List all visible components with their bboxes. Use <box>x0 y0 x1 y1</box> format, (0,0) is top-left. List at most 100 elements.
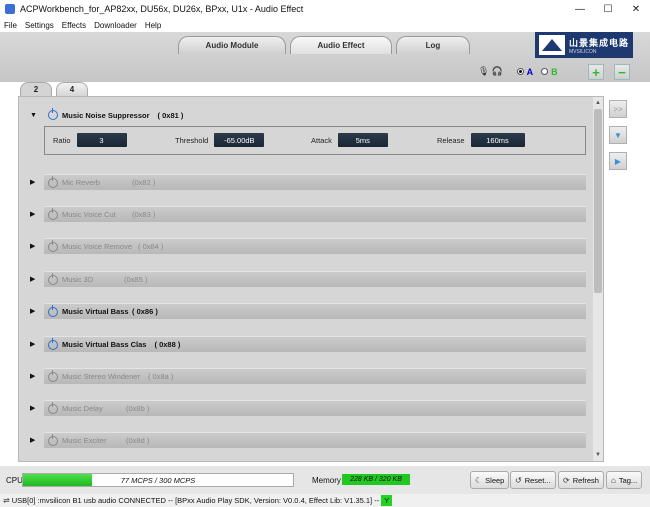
expand-arrow-icon[interactable]: ▶ <box>30 372 40 380</box>
menu-bar: File Settings Effects Downloader Help <box>0 18 650 32</box>
power-icon[interactable] <box>48 433 58 446</box>
effect-row[interactable]: ▼ Music Noise Suppressor ( 0x81 ) <box>30 107 586 123</box>
title-bar: ACPWorkbench_for_AP82xx, DU56x, DU26x, B… <box>0 0 650 18</box>
power-icon[interactable] <box>48 108 58 120</box>
release-value[interactable]: 160ms <box>470 133 525 147</box>
param-attack: Attack 5ms <box>311 133 388 147</box>
effect-id: ( 0x84 ) <box>138 242 164 251</box>
minimize-button[interactable]: — <box>566 0 594 18</box>
tab-log[interactable]: Log <box>396 36 470 54</box>
effect-row[interactable]: ▶ Music Stereo Windener ( 0x8a ) <box>30 368 586 384</box>
effect-id: (0x83 ) <box>132 210 156 219</box>
threshold-value[interactable]: -65.00dB <box>214 133 265 147</box>
radio-a[interactable] <box>516 68 524 75</box>
effect-header[interactable]: Music Voice Cut (0x83 ) <box>44 206 586 222</box>
effect-id: ( 0x8a ) <box>147 372 174 381</box>
effect-header[interactable]: Music Stereo Windener ( 0x8a ) <box>44 368 586 384</box>
menu-downloader[interactable]: Downloader <box>94 21 137 30</box>
expand-arrow-icon[interactable]: ▶ <box>30 275 40 283</box>
refresh-icon: ⟳ <box>563 475 570 485</box>
effect-row[interactable]: ▶ Music Delay (0x8b ) <box>30 400 586 416</box>
refresh-button[interactable]: ⟳ Refresh <box>558 471 604 489</box>
scroll-thumb[interactable] <box>594 109 602 293</box>
effect-row[interactable]: ▶ Music Virtual Bass ( 0x86 ) <box>30 303 586 319</box>
effect-row[interactable]: ▶ Music 3D (0x85 ) <box>30 271 586 287</box>
collapse-all-button[interactable]: ▶ <box>609 152 627 170</box>
close-button[interactable]: ✕ <box>622 0 650 18</box>
menu-help[interactable]: Help <box>145 21 161 30</box>
expand-arrow-icon[interactable]: ▶ <box>30 178 40 186</box>
power-icon[interactable] <box>48 272 58 285</box>
effect-name: Music Voice Cut <box>62 210 116 219</box>
effect-header[interactable]: Music Exciter (0x8d ) <box>44 432 586 448</box>
microphone-icon[interactable]: 🎙 <box>478 66 489 77</box>
tag-label: Tag... <box>618 475 638 485</box>
sub-tab-4[interactable]: 4 <box>56 82 88 96</box>
sleep-button[interactable]: ☾ Sleep <box>470 471 510 489</box>
tab-audio-module[interactable]: Audio Module <box>178 36 286 54</box>
sub-tabs: 2 4 <box>20 82 92 96</box>
effect-row[interactable]: ▶ Mic Reverb (0x82 ) <box>30 174 586 190</box>
effect-name: Music Exciter <box>62 436 107 445</box>
effect-row[interactable]: ▶ Music Voice Cut (0x83 ) <box>30 206 586 222</box>
window-title: ACPWorkbench_for_AP82xx, DU56x, DU26x, B… <box>20 4 304 14</box>
effect-header[interactable]: Music Virtual Bass Clas ( 0x88 ) <box>44 336 586 352</box>
expand-arrow-icon[interactable]: ▶ <box>30 404 40 412</box>
effect-header[interactable]: Music Noise Suppressor ( 0x81 ) <box>44 107 586 123</box>
effect-header[interactable]: Music Voice Remove ( 0x84 ) <box>44 238 586 254</box>
effect-row[interactable]: ▶ Music Voice Remove ( 0x84 ) <box>30 238 586 254</box>
reset-button[interactable]: ↺ Reset... <box>510 471 556 489</box>
tag-button[interactable]: ⌂ Tag... <box>606 471 643 489</box>
headphone-icon[interactable]: 🎧 <box>491 66 502 77</box>
menu-file[interactable]: File <box>4 21 17 30</box>
expand-arrow-icon[interactable]: ▶ <box>30 436 40 444</box>
attack-value[interactable]: 5ms <box>337 133 388 147</box>
cpu-usage-bar: 77 MCPS / 300 MCPS <box>22 473 294 487</box>
param-threshold: Threshold -65.00dB <box>175 133 265 147</box>
ab-selector: 🎙 🎧 A B <box>478 66 558 77</box>
fast-forward-button[interactable]: >> <box>609 100 627 118</box>
power-icon[interactable] <box>48 239 58 252</box>
add-button[interactable]: + <box>588 64 604 80</box>
effect-name: Music Delay <box>62 404 103 413</box>
expand-arrow-icon[interactable]: ▶ <box>30 242 40 250</box>
effect-row[interactable]: ▶ Music Exciter (0x8d ) <box>30 432 586 448</box>
remove-button[interactable]: − <box>614 64 630 80</box>
effect-id: (0x8b ) <box>126 404 150 413</box>
cpu-label: CPU <box>6 476 23 485</box>
collapse-arrow-icon[interactable]: ▼ <box>30 112 40 119</box>
scroll-up-icon[interactable]: ▲ <box>593 98 603 108</box>
power-icon[interactable] <box>48 401 58 414</box>
effect-id: (0x85 ) <box>124 275 148 284</box>
expand-arrow-icon[interactable]: ▶ <box>30 340 40 348</box>
maximize-button[interactable]: ☐ <box>594 0 622 18</box>
power-icon[interactable] <box>48 304 58 317</box>
expand-all-button[interactable]: ▼ <box>609 126 627 144</box>
param-release: Release 160ms <box>437 133 525 147</box>
effect-header[interactable]: Music 3D (0x85 ) <box>44 271 586 287</box>
effect-header[interactable]: Music Virtual Bass ( 0x86 ) <box>44 303 586 319</box>
radio-b[interactable] <box>541 68 549 75</box>
power-icon[interactable] <box>48 337 58 350</box>
ratio-value[interactable]: 3 <box>76 133 127 147</box>
expand-arrow-icon[interactable]: ▶ <box>30 307 40 315</box>
memory-usage: 228 KB / 320 KB <box>342 474 410 485</box>
effect-header[interactable]: Mic Reverb (0x82 ) <box>44 174 586 190</box>
effect-header[interactable]: Music Delay (0x8b ) <box>44 400 586 416</box>
menu-settings[interactable]: Settings <box>25 21 54 30</box>
param-label: Threshold <box>175 135 209 145</box>
power-icon[interactable] <box>48 207 58 220</box>
power-icon[interactable] <box>48 175 58 188</box>
menu-effects[interactable]: Effects <box>62 21 86 30</box>
sub-tab-2[interactable]: 2 <box>20 82 52 96</box>
tab-audio-effect[interactable]: Audio Effect <box>290 36 392 54</box>
effect-row[interactable]: ▶ Music Virtual Bass Clas ( 0x88 ) <box>30 336 586 352</box>
effect-name: Music Voice Remove <box>62 242 133 251</box>
power-icon[interactable] <box>48 369 58 382</box>
vertical-scrollbar[interactable]: ▲ ▼ <box>593 97 603 461</box>
company-logo: 山景集成电路 MVSILICON <box>535 32 633 58</box>
scroll-down-icon[interactable]: ▼ <box>593 450 603 460</box>
resource-status-area: CPU 77 MCPS / 300 MCPS Memory 228 KB / 3… <box>0 466 650 494</box>
expand-arrow-icon[interactable]: ▶ <box>30 210 40 218</box>
noise-suppressor-params: Ratio 3 Threshold -65.00dB Attack 5ms Re… <box>44 126 586 155</box>
